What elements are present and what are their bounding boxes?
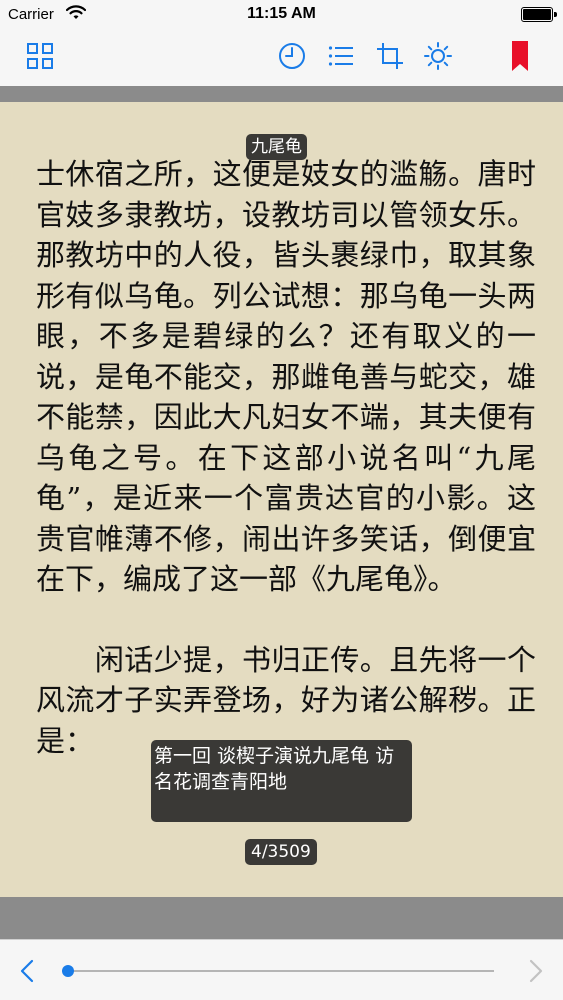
book-text: 士休宿之所，这便是妓女的滥觞。唐时官妓多隶教坊，设教坊司以管领女乐。那教坊中的人…	[36, 154, 536, 761]
brightness-button[interactable]	[420, 38, 456, 74]
brightness-icon	[424, 42, 452, 70]
status-bar: Carrier 11:15 AM	[0, 0, 563, 30]
crop-button[interactable]	[372, 38, 408, 74]
slider-thumb[interactable]	[62, 965, 74, 977]
previous-page-button[interactable]	[16, 958, 38, 984]
history-button[interactable]	[274, 38, 310, 74]
bookmark-button[interactable]	[502, 38, 538, 74]
crop-icon	[377, 43, 403, 69]
chevron-right-icon	[529, 959, 543, 983]
chevron-left-icon	[20, 959, 34, 983]
clock-icon	[279, 43, 305, 69]
bookmark-icon	[512, 41, 528, 71]
battery-icon	[521, 7, 557, 22]
grid-button[interactable]	[22, 38, 58, 74]
next-page-button[interactable]	[525, 958, 547, 984]
contents-button[interactable]	[323, 38, 359, 74]
page-progress-slider[interactable]	[62, 965, 494, 977]
list-icon	[328, 46, 353, 66]
paragraph-1: 士休宿之所，这便是妓女的滥觞。唐时官妓多隶教坊，设教坊司以管领女乐。那教坊中的人…	[36, 157, 536, 596]
book-title-label: 九尾龟	[246, 134, 307, 160]
reader-toolbar	[0, 30, 563, 84]
bottom-margin-strip	[0, 897, 563, 939]
reader-page[interactable]: 士休宿之所，这便是妓女的滥觞。唐时官妓多隶教坊，设教坊司以管领女乐。那教坊中的人…	[0, 102, 563, 897]
battery-level	[523, 9, 551, 20]
battery-nub	[554, 12, 557, 17]
clock-time: 11:15 AM	[247, 5, 316, 22]
bottom-navigation-bar	[0, 939, 563, 1000]
top-margin-strip	[0, 86, 563, 102]
page-indicator: 4/3509	[245, 839, 317, 865]
grid-icon	[27, 43, 53, 69]
chapter-title-label: 第一回 谈楔子演说九尾龟 访名花调查青阳地	[151, 740, 412, 822]
